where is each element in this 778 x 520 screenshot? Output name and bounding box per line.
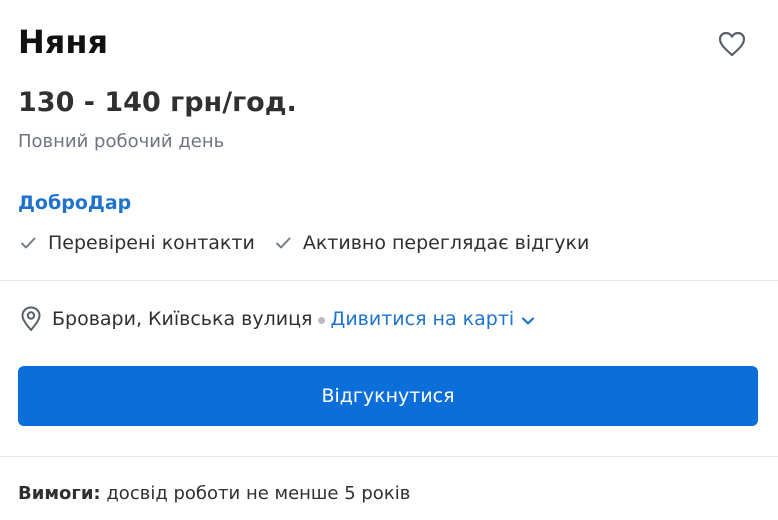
chevron-down-icon[interactable]	[520, 312, 538, 330]
badge-label: Перевірені контакти	[48, 232, 255, 254]
separator-dot	[318, 316, 326, 324]
requirements-label: Вимоги:	[18, 483, 101, 504]
check-icon	[273, 232, 295, 254]
view-on-map-link[interactable]: Дивитися на карті	[330, 305, 514, 333]
location-row: Бровари, Київська вулиця Дивитися на кар…	[20, 304, 538, 334]
divider	[0, 280, 778, 281]
company-link[interactable]: ДоброДар	[18, 189, 131, 217]
requirements-text: досвід роботи не менше 5 років	[100, 483, 411, 504]
salary: 130 - 140 грн/год.	[18, 87, 297, 118]
badge-active-reviews: Активно переглядає відгуки	[273, 229, 590, 257]
work-schedule: Повний робочий день	[18, 131, 225, 152]
requirements: Вимоги: досвід роботи не менше 5 років	[18, 480, 410, 508]
respond-button[interactable]: Відгукнутися	[18, 366, 758, 426]
badge-label: Активно переглядає відгуки	[302, 232, 590, 254]
job-card: Няня 130 - 140 грн/год. Повний робочий д…	[0, 0, 778, 520]
job-title: Няня	[18, 23, 108, 61]
verification-badges: Перевірені контакти Активно переглядає в…	[18, 229, 607, 257]
favorite-button[interactable]	[714, 26, 750, 62]
address: Бровари, Київська вулиця	[52, 308, 313, 330]
check-icon	[18, 232, 40, 254]
badge-verified-contacts: Перевірені контакти	[18, 229, 255, 257]
divider	[0, 456, 778, 457]
heart-icon	[718, 31, 746, 57]
map-pin-icon	[20, 305, 46, 333]
